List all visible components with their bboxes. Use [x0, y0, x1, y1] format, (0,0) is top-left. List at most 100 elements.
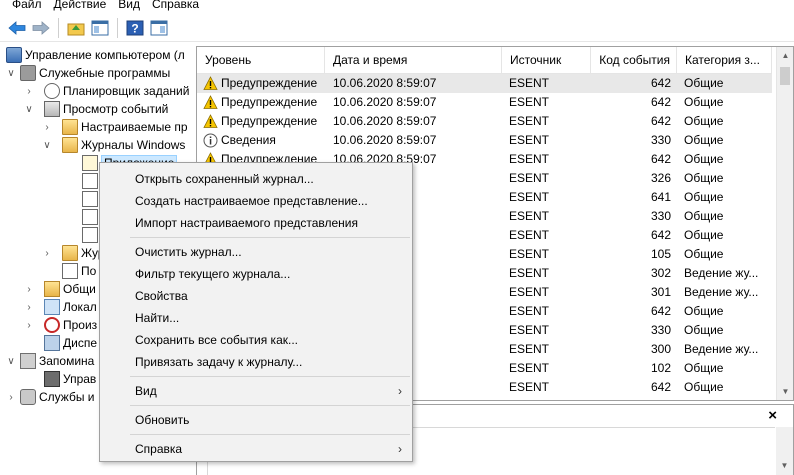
chevron-right-icon[interactable]: › [42, 244, 52, 262]
table-row[interactable]: Предупреждение 10.06.2020 8:59:07 ESENT 642… [197, 112, 772, 131]
level-text: Сведения [221, 133, 276, 147]
menu-action[interactable]: Действие [52, 0, 117, 10]
menu-find[interactable]: Найти... [135, 308, 179, 328]
scroll-thumb[interactable] [780, 67, 790, 85]
tree-event-viewer[interactable]: Просмотр событий [44, 100, 168, 118]
menu-open-saved-log[interactable]: Открыть сохраненный журнал... [135, 169, 314, 189]
column-source[interactable]: Источник [502, 47, 591, 74]
chevron-down-icon[interactable]: ∨ [6, 64, 16, 82]
forward-icon[interactable] [30, 17, 52, 39]
cell-event-id: 642 [650, 114, 671, 128]
cell-source: ESENT [509, 247, 550, 261]
menu-view[interactable]: Вид [116, 0, 150, 10]
column-category[interactable]: Категория з... [677, 47, 772, 74]
clock-icon [44, 83, 60, 99]
menu-separator [130, 237, 410, 238]
scroll-down-icon[interactable]: ▼ [777, 383, 793, 400]
tree-services-apps[interactable]: Службы и [20, 388, 95, 406]
log-icon [82, 173, 98, 189]
toolbar-separator [58, 17, 59, 38]
menu-clear-log[interactable]: Очистить журнал... [135, 242, 242, 262]
cell-source: ESENT [509, 380, 550, 394]
cell-category: Общие [684, 76, 724, 90]
warning-icon [203, 76, 218, 90]
menu-help-submenu[interactable]: Справка [135, 439, 182, 459]
log-icon [82, 155, 98, 171]
table-row[interactable]: Сведения 10.06.2020 8:59:07 ESENT 330 Общие [197, 131, 772, 150]
cell-category: Общие [684, 114, 724, 128]
event-viewer-icon [44, 101, 60, 117]
tree-custom-views[interactable]: Настраиваемые пр [62, 118, 188, 136]
up-folder-icon[interactable] [65, 17, 87, 39]
cell-source: ESENT [509, 285, 550, 299]
cell-category: Общие [684, 133, 724, 147]
chevron-down-icon[interactable]: ∨ [24, 100, 34, 118]
vertical-scrollbar[interactable]: ▲ ▼ [776, 47, 793, 400]
cell-source: ESENT [509, 323, 550, 337]
tree-local-users[interactable]: Локал [44, 298, 97, 316]
chevron-right-icon[interactable]: › [42, 118, 52, 136]
tree-windows-logs[interactable]: Журналы Windows [62, 136, 185, 154]
tree-root[interactable]: Управление компьютером (л [6, 46, 185, 64]
menu-refresh[interactable]: Обновить [135, 410, 189, 430]
cell-date: 10.06.2020 8:59:07 [333, 95, 437, 109]
chevron-right-icon[interactable]: › [24, 298, 34, 316]
cell-event-id: 330 [650, 323, 671, 337]
scroll-up-icon[interactable]: ▲ [777, 47, 793, 64]
cell-source: ESENT [509, 171, 550, 185]
menu-properties[interactable]: Свойства [135, 286, 188, 306]
column-level[interactable]: Уровень [197, 47, 325, 74]
cell-source: ESENT [509, 266, 550, 280]
cell-event-id: 330 [650, 209, 671, 223]
cell-event-id: 642 [650, 380, 671, 394]
tree-device-manager[interactable]: Диспе [44, 334, 97, 352]
tree-disk-management[interactable]: Управ [44, 370, 96, 388]
menu-help[interactable]: Справка [150, 0, 209, 10]
chevron-right-icon[interactable]: › [24, 82, 34, 100]
cell-source: ESENT [509, 209, 550, 223]
chevron-right-icon[interactable]: › [6, 388, 16, 406]
cell-source: ESENT [509, 95, 550, 109]
cell-source: ESENT [509, 304, 550, 318]
tree-shared-folders[interactable]: Общи [44, 280, 96, 298]
menu-separator [130, 434, 410, 435]
menu-save-all-events[interactable]: Сохранить все события как... [135, 330, 298, 350]
chevron-right-icon[interactable]: › [24, 316, 34, 334]
help-icon[interactable]: ? [124, 17, 146, 39]
cell-category: Общие [684, 228, 724, 242]
scroll-down-icon[interactable]: ▼ [776, 457, 793, 474]
cell-category: Общие [684, 190, 724, 204]
chevron-down-icon[interactable]: ∨ [6, 352, 16, 370]
menu-separator [130, 376, 410, 377]
close-icon[interactable]: × [768, 407, 777, 425]
menu-view-submenu[interactable]: Вид [135, 381, 157, 401]
warning-icon [203, 95, 218, 109]
column-date[interactable]: Дата и время [325, 47, 502, 74]
cell-event-id: 302 [650, 266, 671, 280]
cell-category: Общие [684, 209, 724, 223]
table-row[interactable]: Предупреждение 10.06.2020 8:59:07 ESENT 642… [197, 93, 772, 112]
performance-icon [44, 317, 60, 333]
show-hide-tree-icon[interactable] [89, 17, 111, 39]
tree-performance[interactable]: Произ [44, 316, 97, 334]
menu-filter-log[interactable]: Фильтр текущего журнала... [135, 264, 290, 284]
menu-import-custom-view[interactable]: Импорт настраиваемого представления [135, 213, 358, 233]
tree-service-tools[interactable]: Служебные программы [20, 64, 170, 82]
tree-task-scheduler[interactable]: Планировщик заданий [44, 82, 189, 100]
preview-scrollbar[interactable]: ▼ [776, 427, 793, 475]
tree-storage[interactable]: Запомина [20, 352, 94, 370]
chevron-right-icon[interactable]: › [24, 280, 34, 298]
cell-category: Ведение жу... [684, 342, 759, 356]
folder-icon [62, 137, 78, 153]
menu-file[interactable]: Файл [10, 0, 52, 10]
table-row[interactable]: Предупреждение 10.06.2020 8:59:07 ESENT 642… [197, 74, 772, 93]
column-event-id[interactable]: Код события [591, 47, 677, 74]
chevron-down-icon[interactable]: ∨ [42, 136, 52, 154]
show-action-pane-icon[interactable] [148, 17, 170, 39]
menu-create-custom-view[interactable]: Создать настраиваемое представление... [135, 191, 368, 211]
back-icon[interactable] [6, 17, 28, 39]
tree-subscriptions[interactable]: По [62, 262, 96, 280]
device-manager-icon [44, 335, 60, 351]
menu-attach-task[interactable]: Привязать задачу к журналу... [135, 352, 302, 372]
cell-date: 10.06.2020 8:59:07 [333, 114, 437, 128]
